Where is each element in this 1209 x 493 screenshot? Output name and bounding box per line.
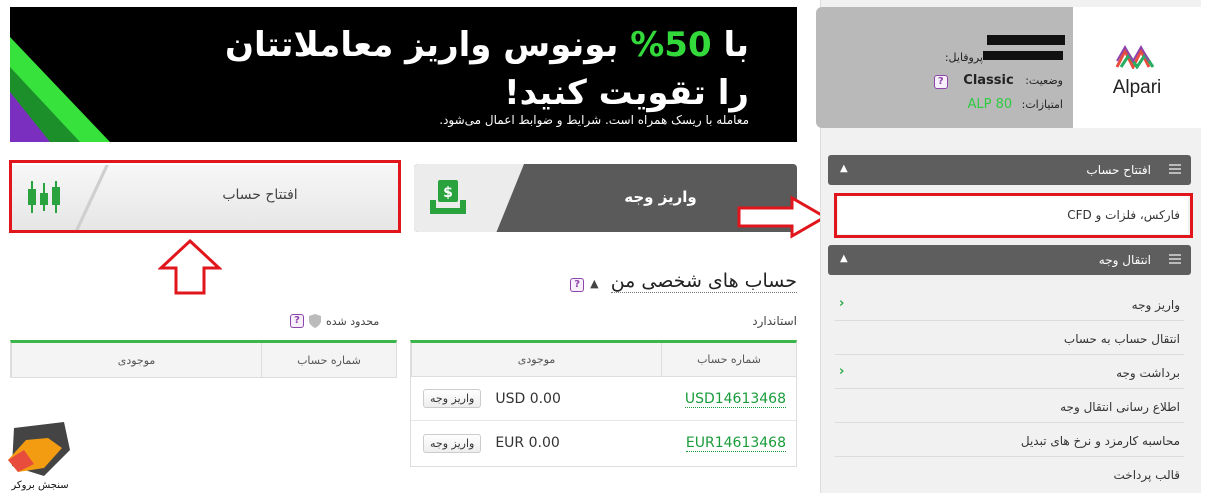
account-number-link[interactable]: EUR14613468 bbox=[685, 435, 786, 452]
watermark-logo: سنجش بروکر bbox=[0, 418, 80, 493]
points-label: امتیازات: bbox=[1021, 98, 1063, 111]
transfer-accordion-header[interactable]: ▲ انتقال وجه bbox=[828, 245, 1191, 275]
points-row: امتیازات: ALP 80 bbox=[816, 97, 1073, 112]
accounts-section-title: حساب های شخصی من bbox=[610, 270, 797, 293]
table-row: واریز وجه EUR 0.00 EUR14613468 bbox=[411, 421, 796, 465]
shield-icon bbox=[309, 314, 321, 328]
chevron-right-icon: › bbox=[839, 364, 845, 379]
banner-headline: با 50% بونوس واریز معاملاتتان bbox=[225, 25, 749, 65]
menu-item-deposit[interactable]: › واریز وجه bbox=[835, 288, 1184, 321]
help-icon[interactable]: ? bbox=[570, 278, 585, 292]
menu-item-label: قالب پرداخت bbox=[1113, 468, 1181, 482]
accounts-section-header[interactable]: حساب های شخصی من ▲ ? bbox=[570, 270, 797, 293]
account-number-link[interactable]: USD14613468 bbox=[684, 390, 786, 408]
banner-percent: 50% bbox=[630, 25, 712, 65]
table-header: موجودی شماره حساب bbox=[11, 343, 396, 377]
limited-accounts-table: موجودی شماره حساب bbox=[10, 340, 397, 378]
promo-banner[interactable]: با 50% بونوس واریز معاملاتتان را تقویت ک… bbox=[10, 7, 797, 142]
banner-graphic bbox=[10, 37, 110, 142]
help-icon[interactable]: ? bbox=[933, 75, 948, 89]
banner-subheadline: را تقویت کنید! bbox=[504, 73, 749, 113]
svg-text:$: $ bbox=[443, 185, 453, 201]
brand-name: Alpari bbox=[1112, 77, 1162, 98]
redacted-name bbox=[987, 35, 1065, 45]
highlight-box-forex bbox=[834, 193, 1193, 238]
collapse-triangle-icon[interactable]: ▲ bbox=[590, 277, 598, 290]
menu-item-payment-template[interactable]: قالب پرداخت bbox=[835, 458, 1184, 491]
accordion-title: انتقال وجه bbox=[1098, 253, 1151, 267]
col-account-header: شماره حساب bbox=[261, 343, 396, 377]
alpari-logo-icon bbox=[1115, 44, 1155, 69]
col-balance-header: موجودی bbox=[411, 343, 661, 376]
limited-label: محدود شده bbox=[326, 314, 380, 328]
status-label: وضعیت: bbox=[1025, 74, 1063, 87]
row-deposit-button[interactable]: واریز وجه bbox=[423, 389, 482, 408]
profile-card: پروفایل: وضعیت: Classic ? امتیازات: ALP … bbox=[816, 7, 1073, 128]
col-balance-header: موجودی bbox=[11, 343, 261, 377]
collapse-triangle-icon: ▲ bbox=[840, 163, 848, 174]
banner-disclaimer: معامله با ریسک همراه است. شرایط و ضوابط … bbox=[439, 113, 749, 127]
profile-label: پروفایل: bbox=[944, 51, 983, 64]
points-value[interactable]: ALP 80 bbox=[967, 97, 1012, 112]
chevron-right-icon: › bbox=[839, 296, 845, 311]
menu-item-internal-transfer[interactable]: انتقال حساب به حساب bbox=[835, 322, 1184, 355]
standard-accounts-table: موجودی شماره حساب واریز وجه USD 0.00 USD… bbox=[410, 340, 797, 467]
fox-logo-icon bbox=[8, 422, 70, 476]
table-row: واریز وجه USD 0.00 USD14613468 bbox=[411, 377, 796, 421]
menu-handle-icon bbox=[1169, 254, 1181, 266]
menu-item-transfer-notification[interactable]: اطلاع رسانی انتقال وجه bbox=[835, 390, 1184, 423]
row-deposit-button[interactable]: واریز وجه bbox=[423, 433, 482, 453]
limited-label-row: محدود شده ? bbox=[290, 314, 398, 328]
highlight-box-open-account bbox=[9, 160, 401, 233]
row-balance: USD 0.00 bbox=[495, 390, 561, 407]
menu-item-label: واریز وجه bbox=[1131, 298, 1180, 312]
brand-logo[interactable]: Alpari bbox=[1073, 7, 1201, 128]
open-account-accordion-header[interactable]: ▲ افتتاح حساب bbox=[828, 155, 1191, 185]
help-icon[interactable]: ? bbox=[290, 314, 304, 328]
row-balance: EUR 0.00 bbox=[495, 435, 560, 451]
status-row: وضعیت: Classic ? bbox=[816, 73, 1073, 89]
menu-item-withdrawal[interactable]: › برداشت وجه bbox=[835, 356, 1184, 389]
menu-item-label: اطلاع رسانی انتقال وجه bbox=[1060, 400, 1180, 414]
menu-handle-icon bbox=[1169, 164, 1181, 176]
menu-item-label: برداشت وجه bbox=[1116, 366, 1180, 380]
standard-label: استاندارد bbox=[752, 314, 797, 328]
table-header: موجودی شماره حساب bbox=[411, 343, 796, 377]
annotation-right-arrow-icon bbox=[737, 195, 828, 239]
menu-item-label: محاسبه کارمزد و نرخ های تبدیل bbox=[1020, 434, 1180, 448]
menu-item-label: انتقال حساب به حساب bbox=[1063, 332, 1180, 346]
annotation-up-arrow-icon bbox=[158, 238, 222, 295]
accordion-title: افتتاح حساب bbox=[1086, 163, 1151, 177]
col-account-header: شماره حساب bbox=[661, 343, 796, 376]
watermark-text: سنجش بروکر bbox=[11, 480, 69, 491]
status-value: Classic bbox=[963, 73, 1014, 88]
menu-item-fee-calculator[interactable]: محاسبه کارمزد و نرخ های تبدیل bbox=[835, 424, 1184, 457]
money-deposit-icon: $ bbox=[430, 180, 466, 214]
collapse-triangle-icon: ▲ bbox=[840, 253, 848, 264]
